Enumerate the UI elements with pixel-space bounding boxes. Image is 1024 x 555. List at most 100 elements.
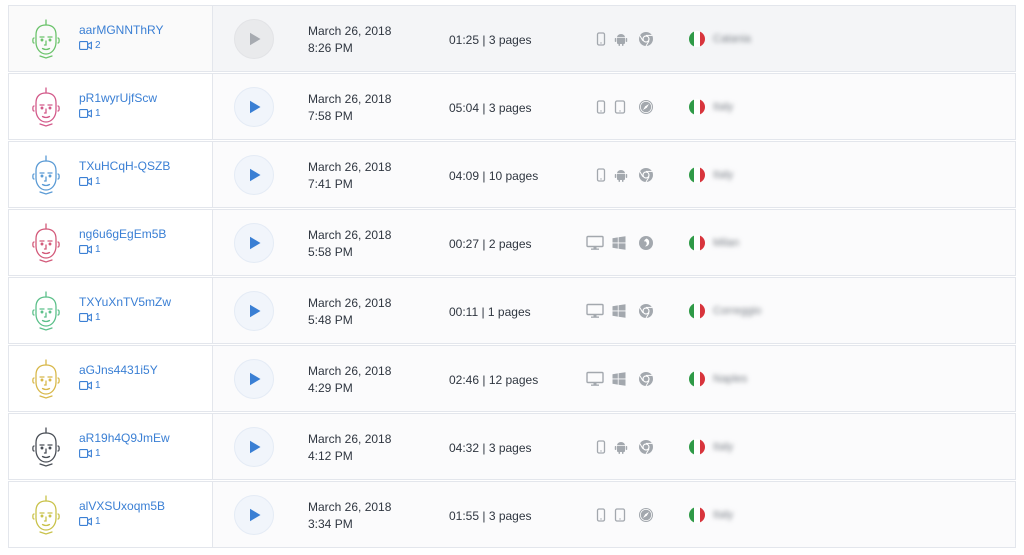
device-info bbox=[586, 370, 676, 390]
session-row[interactable]: aarMGNNThRY 2 March 26, 2018 8:26 PM 01:… bbox=[8, 5, 1016, 72]
play-icon bbox=[250, 100, 261, 114]
video-camera-icon bbox=[79, 245, 92, 254]
session-duration: 04:32 | 3 pages bbox=[449, 441, 532, 455]
play-icon bbox=[250, 372, 261, 386]
user-avatar-icon bbox=[29, 427, 63, 467]
recordings-count: 1 bbox=[79, 244, 101, 255]
session-date: March 26, 2018 bbox=[308, 24, 392, 38]
play-button[interactable] bbox=[234, 19, 274, 59]
italy-flag-icon bbox=[689, 235, 705, 251]
play-button[interactable] bbox=[234, 427, 274, 467]
recordings-count: 1 bbox=[79, 516, 101, 527]
user-cell: aarMGNNThRY 2 bbox=[9, 6, 213, 71]
play-button[interactable] bbox=[234, 87, 274, 127]
session-date: March 26, 2018 bbox=[308, 500, 392, 514]
session-duration: 00:11 | 1 pages bbox=[449, 305, 531, 319]
video-camera-icon bbox=[79, 449, 92, 458]
user-avatar-icon bbox=[29, 155, 63, 195]
session-row[interactable]: pR1wyrUjfScw 1 March 26, 2018 7:58 PM 05… bbox=[8, 73, 1016, 140]
session-datetime: March 26, 2018 4:12 PM bbox=[308, 431, 391, 465]
user-cell: TXuHCqH-QSZB 1 bbox=[9, 142, 213, 207]
user-id-link[interactable]: ng6u6gEgEm5B bbox=[79, 227, 166, 241]
video-camera-icon bbox=[79, 313, 92, 322]
video-camera-icon bbox=[79, 177, 92, 186]
user-cell: ng6u6gEgEm5B 1 bbox=[9, 210, 213, 275]
session-duration: 02:46 | 12 pages bbox=[449, 373, 539, 387]
italy-flag-icon bbox=[689, 439, 705, 455]
play-button[interactable] bbox=[234, 291, 274, 331]
session-list: aarMGNNThRY 2 March 26, 2018 8:26 PM 01:… bbox=[8, 5, 1016, 549]
play-icon bbox=[250, 168, 261, 182]
device-info bbox=[586, 166, 676, 186]
session-city: Italy bbox=[713, 169, 734, 181]
italy-flag-icon bbox=[689, 99, 705, 115]
session-datetime: March 26, 2018 8:26 PM bbox=[308, 23, 391, 57]
italy-flag-icon bbox=[689, 167, 705, 183]
video-camera-icon bbox=[79, 381, 92, 390]
session-date: March 26, 2018 bbox=[308, 296, 392, 310]
device-info bbox=[586, 438, 676, 458]
session-city: Milan bbox=[713, 237, 740, 249]
device-info bbox=[586, 30, 676, 50]
session-row[interactable]: alVXSUxoqm5B 1 March 26, 2018 3:34 PM 01… bbox=[8, 481, 1016, 548]
session-row[interactable]: aGJns4431i5Y 1 March 26, 2018 4:29 PM 02… bbox=[8, 345, 1016, 412]
play-button[interactable] bbox=[234, 495, 274, 535]
user-id-link[interactable]: pR1wyrUjfScw bbox=[79, 91, 157, 105]
session-duration: 04:09 | 10 pages bbox=[449, 169, 539, 183]
session-city: Italy bbox=[713, 441, 734, 453]
user-id-link[interactable]: aR19h4Q9JmEw bbox=[79, 431, 170, 445]
user-cell: aR19h4Q9JmEw 1 bbox=[9, 414, 213, 479]
play-button[interactable] bbox=[234, 155, 274, 195]
session-time: 5:48 PM bbox=[308, 313, 353, 327]
session-row[interactable]: TXuHCqH-QSZB 1 March 26, 2018 7:41 PM 04… bbox=[8, 141, 1016, 208]
session-row[interactable]: aR19h4Q9JmEw 1 March 26, 2018 4:12 PM 04… bbox=[8, 413, 1016, 480]
user-cell: TXYuXnTV5mZw 1 bbox=[9, 278, 213, 343]
recordings-count: 1 bbox=[79, 448, 101, 459]
user-id-link[interactable]: alVXSUxoqm5B bbox=[79, 499, 165, 513]
device-info bbox=[586, 234, 676, 254]
recordings-count-value: 1 bbox=[95, 380, 101, 391]
session-duration: 01:55 | 3 pages bbox=[449, 509, 532, 523]
session-time: 4:29 PM bbox=[308, 381, 353, 395]
italy-flag-icon bbox=[689, 507, 705, 523]
user-avatar-icon bbox=[29, 359, 63, 399]
recordings-count: 2 bbox=[79, 40, 101, 51]
recordings-count-value: 1 bbox=[95, 312, 101, 323]
recordings-count: 1 bbox=[79, 312, 101, 323]
user-cell: alVXSUxoqm5B 1 bbox=[9, 482, 213, 547]
session-datetime: March 26, 2018 5:58 PM bbox=[308, 227, 391, 261]
session-row[interactable]: ng6u6gEgEm5B 1 March 26, 2018 5:58 PM 00… bbox=[8, 209, 1016, 276]
italy-flag-icon bbox=[689, 31, 705, 47]
play-icon bbox=[250, 440, 261, 454]
play-button[interactable] bbox=[234, 223, 274, 263]
play-icon bbox=[250, 32, 261, 46]
video-camera-icon bbox=[79, 517, 92, 526]
recordings-count-value: 1 bbox=[95, 516, 101, 527]
play-button[interactable] bbox=[234, 359, 274, 399]
video-camera-icon bbox=[79, 41, 92, 50]
session-date: March 26, 2018 bbox=[308, 92, 392, 106]
recordings-count-value: 1 bbox=[95, 108, 101, 119]
play-icon bbox=[250, 508, 261, 522]
user-id-link[interactable]: aGJns4431i5Y bbox=[79, 363, 158, 377]
user-avatar-icon bbox=[29, 291, 63, 331]
italy-flag-icon bbox=[689, 303, 705, 319]
device-info bbox=[586, 98, 676, 118]
user-id-link[interactable]: aarMGNNThRY bbox=[79, 23, 163, 37]
user-avatar-icon bbox=[29, 495, 63, 535]
user-id-link[interactable]: TXYuXnTV5mZw bbox=[79, 295, 171, 309]
session-time: 8:26 PM bbox=[308, 41, 353, 55]
session-duration: 05:04 | 3 pages bbox=[449, 101, 532, 115]
session-row[interactable]: TXYuXnTV5mZw 1 March 26, 2018 5:48 PM 00… bbox=[8, 277, 1016, 344]
user-avatar-icon bbox=[29, 223, 63, 263]
session-city: Correggio bbox=[713, 305, 762, 317]
session-time: 3:34 PM bbox=[308, 517, 353, 531]
recordings-count: 1 bbox=[79, 176, 101, 187]
recordings-count-value: 1 bbox=[95, 448, 101, 459]
recordings-count-value: 1 bbox=[95, 176, 101, 187]
user-avatar-icon bbox=[29, 19, 63, 59]
user-id-link[interactable]: TXuHCqH-QSZB bbox=[79, 159, 170, 173]
recordings-count: 1 bbox=[79, 108, 101, 119]
video-camera-icon bbox=[79, 109, 92, 118]
session-date: March 26, 2018 bbox=[308, 228, 392, 242]
